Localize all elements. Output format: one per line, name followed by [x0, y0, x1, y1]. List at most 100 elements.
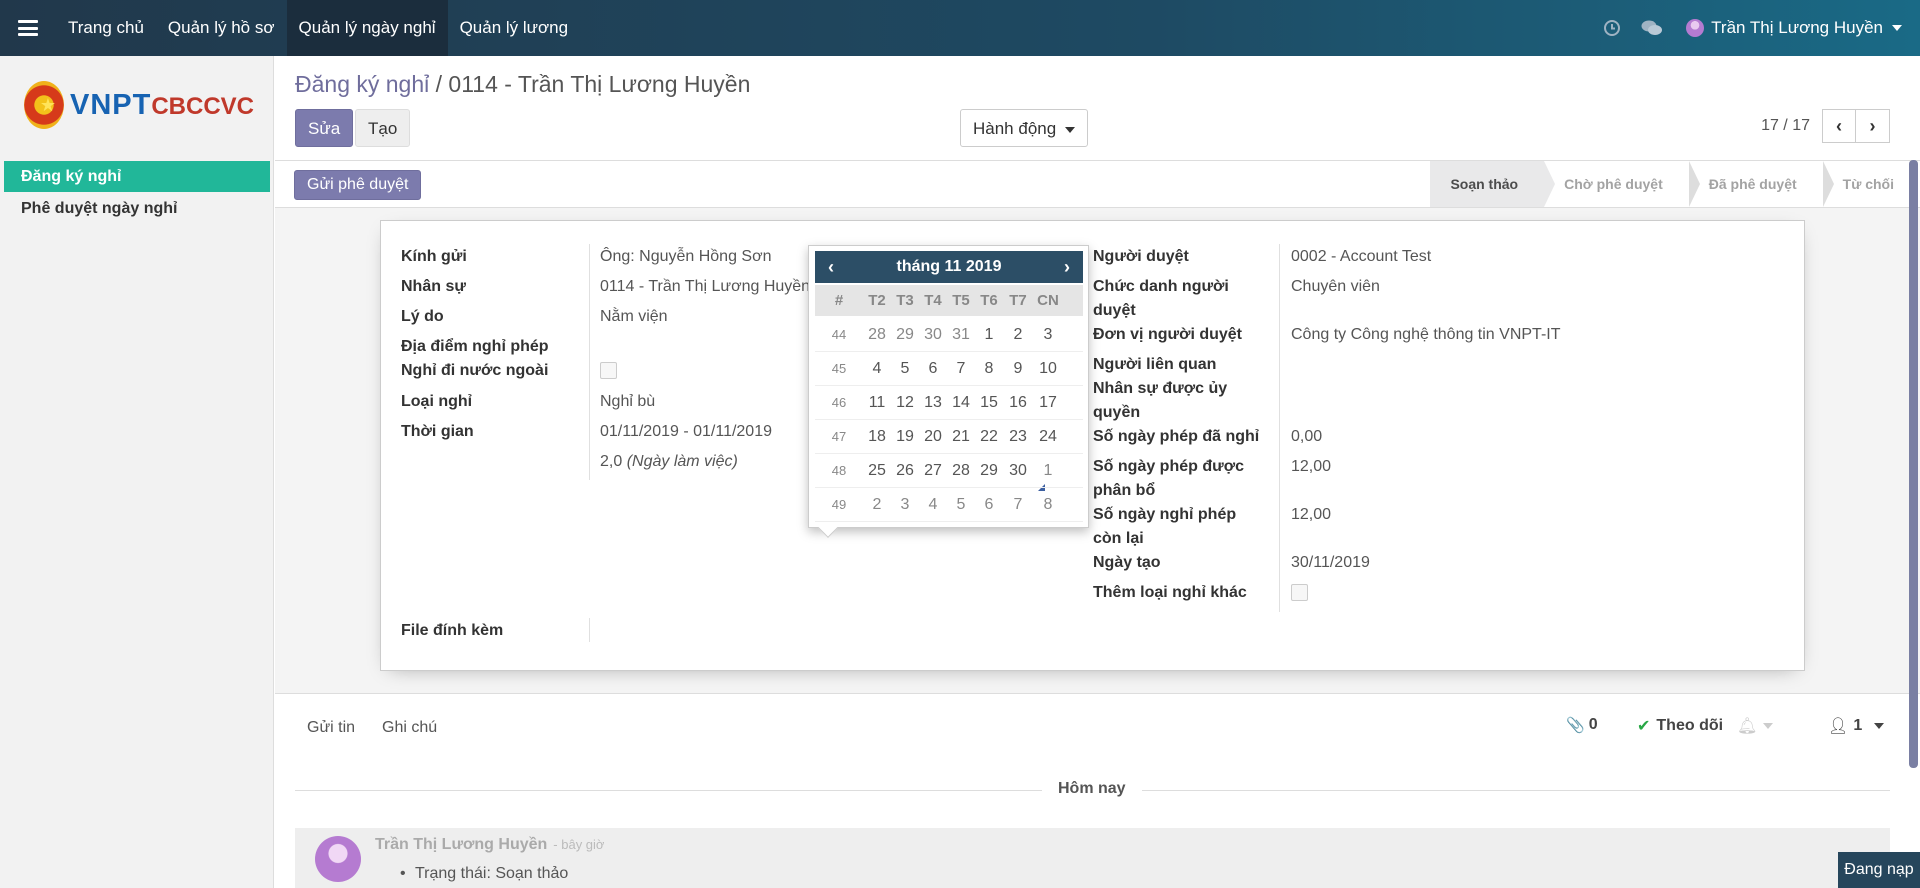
- day-cell[interactable]: 28: [863, 318, 891, 351]
- stage-approved[interactable]: Đã phê duyệt: [1689, 161, 1834, 207]
- create-button[interactable]: Tạo: [355, 109, 411, 147]
- follow-button[interactable]: ✔ Theo dõi: [1637, 716, 1723, 736]
- day-cell[interactable]: 2: [863, 488, 891, 521]
- weekday-header: T3: [896, 292, 914, 309]
- day-cell[interactable]: 18: [863, 420, 891, 453]
- day-cell[interactable]: 15: [975, 386, 1003, 419]
- breadcrumb-separator: /: [429, 71, 449, 97]
- day-cell[interactable]: 29: [975, 454, 1003, 487]
- log-note-link[interactable]: Ghi chú: [382, 719, 437, 737]
- caret-down-icon: [1065, 126, 1076, 133]
- week-number: 46: [831, 395, 847, 410]
- check-icon: ✔: [1637, 718, 1651, 735]
- day-cell[interactable]: 9: [1003, 352, 1033, 385]
- day-cell[interactable]: 10: [1033, 352, 1063, 385]
- day-cell[interactable]: 24: [1033, 420, 1063, 453]
- day-cell[interactable]: 27: [919, 454, 947, 487]
- day-cell[interactable]: 11: [863, 386, 891, 419]
- author-avatar[interactable]: [315, 836, 361, 882]
- followers-button[interactable]: 👤︎ 1: [1828, 716, 1885, 736]
- day-cell[interactable]: 4: [863, 352, 891, 385]
- day-cell[interactable]: 5: [947, 488, 975, 521]
- day-cell[interactable]: 8: [975, 352, 1003, 385]
- nav-profiles[interactable]: Quản lý hồ sơ: [156, 0, 287, 56]
- edit-button[interactable]: Sửa: [295, 109, 354, 147]
- abroad-checkbox[interactable]: [600, 362, 617, 379]
- attachment-counter[interactable]: 📎 0: [1566, 716, 1598, 734]
- field-approver[interactable]: 0002 - Account Test: [1291, 245, 1431, 269]
- day-cell[interactable]: 13: [919, 386, 947, 419]
- topbar-right: Trần Thị Lương Huyền: [1592, 0, 1920, 56]
- weekday-header: T4: [924, 292, 942, 309]
- day-cell[interactable]: 31: [947, 318, 975, 351]
- week-number: 44: [831, 327, 847, 342]
- day-cell[interactable]: 5: [891, 352, 919, 385]
- day-cell[interactable]: 23: [1003, 420, 1033, 453]
- breadcrumb-parent-link[interactable]: Đăng ký nghỉ: [295, 71, 429, 97]
- day-cell[interactable]: 19: [891, 420, 919, 453]
- day-cell[interactable]: 17: [1033, 386, 1063, 419]
- day-cell[interactable]: 21: [947, 420, 975, 453]
- field-reason[interactable]: Nằm viện: [600, 305, 668, 329]
- day-cell[interactable]: 12: [891, 386, 919, 419]
- field-leave-type[interactable]: Nghỉ bù: [600, 390, 655, 414]
- day-cell[interactable]: 22: [975, 420, 1003, 453]
- label-days-remaining: Số ngày nghỉ phép còn lại: [1093, 506, 1237, 547]
- sidebar-item-leave-approval[interactable]: Phê duyệt ngày nghỉ: [4, 193, 270, 224]
- day-cell[interactable]: 8: [1033, 488, 1063, 521]
- day-cell[interactable]: 7: [1003, 488, 1033, 521]
- activity-clock-icon[interactable]: [1592, 0, 1632, 56]
- pager-next-button[interactable]: ›: [1856, 109, 1890, 143]
- day-cell[interactable]: 16: [1003, 386, 1033, 419]
- sidebar-item-leave-request[interactable]: Đăng ký nghỉ: [4, 161, 270, 192]
- day-cell[interactable]: 3: [1033, 318, 1063, 351]
- field-employee[interactable]: 0114 - Trần Thị Lương Huyền: [600, 275, 808, 299]
- day-cell[interactable]: 30: [1003, 454, 1033, 487]
- day-cell[interactable]: 20: [919, 420, 947, 453]
- datepicker-prev-button[interactable]: ‹: [815, 251, 847, 283]
- datepicker-next-button[interactable]: ›: [1051, 251, 1083, 283]
- send-message-link[interactable]: Gửi tin: [307, 719, 355, 737]
- stage-pipeline: Soạn thảo Chờ phê duyệt Đã phê duyệt Từ …: [1430, 161, 1920, 207]
- field-date-range[interactable]: 01/11/2019 - 01/11/2019: [600, 420, 772, 444]
- menu-toggle-button[interactable]: [0, 0, 56, 56]
- day-cell[interactable]: 1: [1033, 454, 1063, 487]
- label-approver-title: Chức danh người duyệt: [1093, 278, 1229, 319]
- other-leave-type-checkbox[interactable]: [1291, 584, 1308, 601]
- datepicker-header: ‹ tháng 11 2019 ›: [815, 251, 1083, 283]
- datepicker-title[interactable]: tháng 11 2019: [897, 258, 1002, 276]
- app-logo[interactable]: VNPTCBCCVC: [24, 76, 254, 134]
- pager-previous-button[interactable]: ‹: [1822, 109, 1856, 143]
- day-cell[interactable]: 7: [947, 352, 975, 385]
- stage-draft[interactable]: Soạn thảo: [1430, 161, 1555, 207]
- send-approval-button[interactable]: Gửi phê duyệt: [294, 170, 422, 200]
- day-cell[interactable]: 26: [891, 454, 919, 487]
- nav-home[interactable]: Trang chủ: [56, 0, 156, 56]
- day-cell[interactable]: 25: [863, 454, 891, 487]
- stage-pending[interactable]: Chờ phê duyệt: [1544, 161, 1700, 207]
- nav-leave-management[interactable]: Quản lý ngày nghỉ: [286, 0, 448, 56]
- label-other-leave-type: Thêm loại nghỉ khác: [1093, 584, 1247, 601]
- day-cell[interactable]: 28: [947, 454, 975, 487]
- day-label: Hôm nay: [1042, 780, 1142, 798]
- field-recipient[interactable]: Ông: Nguyễn Hồng Sơn: [600, 245, 771, 269]
- message-author[interactable]: Trần Thị Lương Huyền - bây giờ: [375, 836, 604, 854]
- day-cell[interactable]: 1: [975, 318, 1003, 351]
- day-cell[interactable]: 29: [891, 318, 919, 351]
- chat-bubbles-icon[interactable]: [1632, 0, 1672, 56]
- nav-payroll[interactable]: Quản lý lương: [448, 0, 581, 56]
- action-dropdown[interactable]: Hành động: [960, 109, 1089, 147]
- day-cell[interactable]: 2: [1003, 318, 1033, 351]
- stage-rejected[interactable]: Từ chối: [1823, 161, 1920, 207]
- day-cell[interactable]: 14: [947, 386, 975, 419]
- user-menu[interactable]: Trần Thị Lương Huyền: [1686, 18, 1902, 38]
- day-cell[interactable]: 6: [919, 352, 947, 385]
- day-cell[interactable]: 3: [891, 488, 919, 521]
- scrollbar[interactable]: [1909, 160, 1918, 768]
- day-cell[interactable]: 6: [975, 488, 1003, 521]
- action-label: Hành động: [973, 119, 1057, 138]
- label-days-allocated: Số ngày phép được phân bổ: [1093, 458, 1244, 499]
- day-cell[interactable]: 4: [919, 488, 947, 521]
- day-cell[interactable]: 30: [919, 318, 947, 351]
- notification-settings[interactable]: 🔔︎: [1737, 716, 1774, 736]
